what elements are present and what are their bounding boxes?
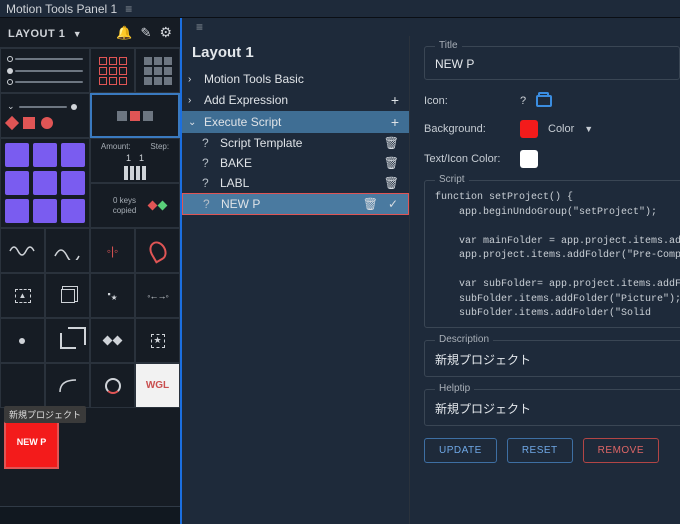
bell-icon[interactable]: 🔔 [116, 25, 132, 41]
layers-tool[interactable] [45, 273, 90, 318]
helptip-field-label: Helptip [435, 383, 474, 394]
script-textarea[interactable]: function setProject() { app.beginUndoGro… [435, 191, 680, 322]
color-dropdown[interactable]: Color ▼ [548, 123, 593, 135]
amount-label: Amount: [101, 142, 131, 151]
amount-step-tool[interactable]: Amount: Step: 11 [90, 138, 180, 183]
wave1-tool[interactable] [0, 228, 45, 273]
tree-child-bake[interactable]: ?BAKE🗑 [182, 153, 409, 173]
wgl-label: WGL [146, 380, 169, 391]
layout-dropdown-label: LAYOUT 1 [8, 28, 65, 40]
trash-icon[interactable]: 🗑 [384, 176, 399, 190]
update-button[interactable]: UPDATE [424, 438, 497, 463]
helptip-input[interactable]: 新規プロジェクト [435, 400, 680, 417]
gear-icon[interactable]: ⚙ [159, 24, 172, 41]
teardrop-tool[interactable] [135, 228, 180, 273]
description-input[interactable]: 新規プロジェクト [435, 351, 680, 368]
tree-node-label: Execute Script [204, 115, 281, 129]
properties-panel: Title NEW P Show Name Icon: ? Show Icon … [410, 36, 680, 524]
chevron-down-icon: ▼ [73, 29, 82, 39]
bg-swatch[interactable] [520, 120, 538, 138]
wave2-tool[interactable] [45, 228, 90, 273]
purple-grid-tool[interactable] [0, 138, 90, 228]
tree-node-expression[interactable]: › Add Expression + [182, 89, 409, 111]
wgl-tool[interactable]: WGL [135, 363, 180, 408]
remove-button-label: REMOVE [598, 445, 644, 456]
crop-tool[interactable] [45, 318, 90, 363]
tree-child-label: LABL [220, 176, 249, 190]
update-button-label: UPDATE [439, 445, 482, 456]
step-value: 1 [139, 153, 144, 163]
tree-child-label: NEW P [221, 197, 260, 211]
script-field-label: Script [435, 174, 469, 185]
tree-node-basic[interactable]: › Motion Tools Basic [182, 69, 409, 89]
curve-tool[interactable] [45, 363, 90, 408]
reset-button-label: RESET [522, 445, 558, 456]
texticon-label: Text/Icon Color: [424, 153, 510, 165]
scrub-bar[interactable] [0, 506, 180, 524]
grid-outline-tool[interactable] [90, 48, 135, 93]
tree-node-label: Add Expression [204, 93, 288, 107]
amount-value: 1 [126, 153, 131, 163]
step-label: Step: [150, 142, 169, 151]
tree-title: Layout 1 [182, 44, 409, 69]
slider-tool[interactable] [0, 48, 90, 93]
mirror-tool[interactable]: ◦|◦ [90, 228, 135, 273]
icon-label: Icon: [424, 95, 510, 107]
description-field-label: Description [435, 334, 493, 345]
caret-down-icon: ⌄ [188, 117, 198, 128]
new-p-button-label: NEW P [17, 437, 47, 447]
dashbox-tool[interactable]: ▲ [0, 273, 45, 318]
chevron-down-icon: ▼ [584, 124, 593, 134]
trash-icon[interactable]: 🗑 [384, 156, 399, 170]
dot-tool[interactable] [0, 318, 45, 363]
shape-tool[interactable]: ⌄ [0, 93, 90, 138]
panel-menu-icon[interactable]: ≡ [125, 2, 132, 16]
right-menu-icon[interactable]: ≡ [196, 20, 203, 34]
empty-tool[interactable] [0, 363, 45, 408]
ring-tool[interactable] [90, 363, 135, 408]
tree-child-label: Script Template [220, 136, 302, 150]
reset-button[interactable]: RESET [507, 438, 573, 463]
tree-panel: Layout 1 › Motion Tools Basic › Add Expres… [182, 36, 410, 524]
tree-child-labl[interactable]: ?LABL🗑 [182, 173, 409, 193]
panel-title: Motion Tools Panel 1 [6, 2, 117, 16]
panel-titlebar: Motion Tools Panel 1 ≡ [0, 0, 680, 18]
color-dropdown-label: Color [548, 123, 574, 135]
question-icon[interactable]: ? [520, 95, 526, 107]
plus-icon[interactable]: + [391, 114, 399, 130]
caret-right-icon: › [188, 74, 198, 85]
keys-copied-tool[interactable]: 0 keys copied [90, 183, 180, 228]
trash-icon[interactable]: 🗑 [384, 136, 399, 150]
remove-button[interactable]: REMOVE [583, 438, 659, 463]
plus-icon[interactable]: + [391, 92, 399, 108]
starbox-tool[interactable]: ★ [135, 318, 180, 363]
star-tool[interactable]: ▪★ [90, 273, 135, 318]
keys-copied-label: 0 keys copied [105, 196, 145, 215]
grid-fill-tool[interactable] [135, 48, 180, 93]
tree-child-newp[interactable]: ?NEW P🗑✓ [182, 193, 409, 215]
new-p-tooltip: 新規プロジェクト [4, 406, 86, 423]
pencil-icon[interactable]: ✎ [141, 25, 152, 41]
tree-node-script[interactable]: ⌄ Execute Script + [182, 111, 409, 133]
texticon-swatch[interactable] [520, 150, 538, 168]
tree-child-label: BAKE [220, 156, 252, 170]
tree-child-template[interactable]: ?Script Template🗑 [182, 133, 409, 153]
arrows-tool[interactable]: ◦←→◦ [135, 273, 180, 318]
title-field-label: Title [435, 40, 462, 51]
background-label: Background: [424, 123, 510, 135]
square-select-tool[interactable] [90, 93, 180, 138]
layout-dropdown[interactable]: LAYOUT 1 ▼ [8, 26, 82, 40]
sparkle-tool[interactable] [90, 318, 135, 363]
caret-right-icon: › [188, 95, 198, 106]
tool-palette: LAYOUT 1 ▼ 🔔 ✎ ⚙ ⌄ [0, 18, 182, 524]
title-input[interactable]: NEW P [435, 57, 669, 71]
check-icon[interactable]: ✓ [388, 197, 398, 211]
tree-node-label: Motion Tools Basic [204, 72, 304, 86]
folder-icon[interactable] [536, 95, 552, 107]
trash-icon[interactable]: 🗑 [363, 197, 378, 211]
